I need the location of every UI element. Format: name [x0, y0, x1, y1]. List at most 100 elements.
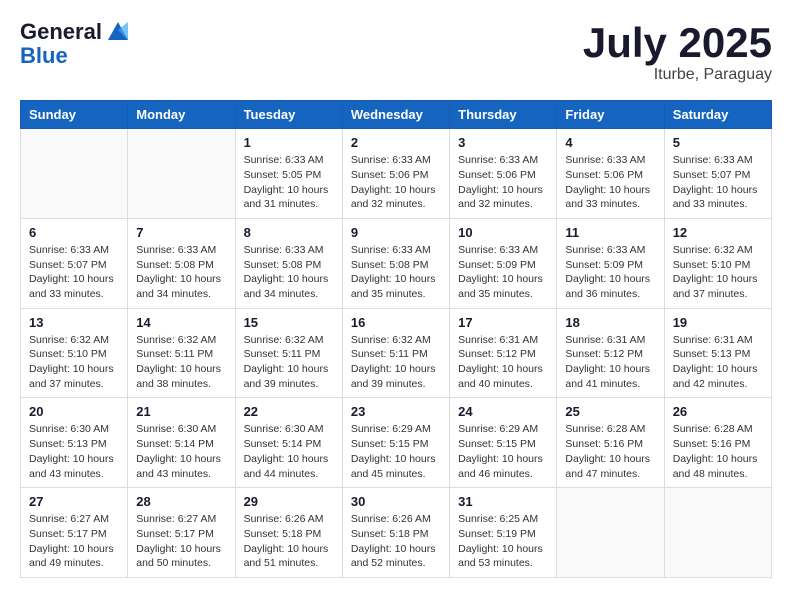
calendar-day-cell: 1Sunrise: 6:33 AM Sunset: 5:05 PM Daylig… [235, 129, 342, 219]
day-info: Sunrise: 6:26 AM Sunset: 5:18 PM Dayligh… [244, 512, 334, 571]
day-info: Sunrise: 6:33 AM Sunset: 5:07 PM Dayligh… [29, 243, 119, 302]
day-info: Sunrise: 6:25 AM Sunset: 5:19 PM Dayligh… [458, 512, 548, 571]
calendar-week-row: 20 Sunrise: 6:30 AM Sunset: 5:13 PM Dayli… [21, 398, 772, 488]
calendar-day-header: Monday [128, 101, 235, 129]
day-number: 20 [29, 404, 119, 419]
calendar-day-cell: 22 Sunrise: 6:30 AM Sunset: 5:14 PM Dayli… [235, 398, 342, 488]
day-info: Sunrise: 6:31 AM Sunset: 5:12 PM Dayligh… [458, 333, 548, 392]
day-number: 6 [29, 225, 119, 240]
calendar-day-cell: 3Sunrise: 6:33 AM Sunset: 5:06 PM Daylig… [450, 129, 557, 219]
day-info: Sunrise: 6:30 AM Sunset: 5:13 PM Dayligh… [29, 422, 119, 481]
calendar-day-cell: 30 Sunrise: 6:26 AM Sunset: 5:18 PM Dayli… [342, 488, 449, 578]
calendar-day-cell: 5 Sunrise: 6:33 AM Sunset: 5:07 PM Daylig… [664, 129, 771, 219]
day-number: 16 [351, 315, 441, 330]
calendar-day-cell: 19Sunrise: 6:31 AM Sunset: 5:13 PM Dayli… [664, 308, 771, 398]
calendar-day-cell: 15Sunrise: 6:32 AM Sunset: 5:11 PM Dayli… [235, 308, 342, 398]
calendar-day-cell: 11Sunrise: 6:33 AM Sunset: 5:09 PM Dayli… [557, 218, 664, 308]
day-info: Sunrise: 6:33 AM Sunset: 5:06 PM Dayligh… [351, 153, 441, 212]
day-number: 12 [673, 225, 763, 240]
calendar-day-cell: 17 Sunrise: 6:31 AM Sunset: 5:12 PM Dayli… [450, 308, 557, 398]
day-number: 29 [244, 494, 334, 509]
day-number: 5 [673, 135, 763, 150]
day-number: 3 [458, 135, 548, 150]
day-info: Sunrise: 6:32 AM Sunset: 5:10 PM Dayligh… [673, 243, 763, 302]
calendar-day-header: Sunday [21, 101, 128, 129]
calendar-day-cell: 31 Sunrise: 6:25 AM Sunset: 5:19 PM Dayli… [450, 488, 557, 578]
logo-icon [104, 16, 132, 44]
day-number: 2 [351, 135, 441, 150]
calendar-day-cell: 25 Sunrise: 6:28 AM Sunset: 5:16 PM Dayli… [557, 398, 664, 488]
calendar-day-cell: 16 Sunrise: 6:32 AM Sunset: 5:11 PM Dayli… [342, 308, 449, 398]
day-info: Sunrise: 6:30 AM Sunset: 5:14 PM Dayligh… [136, 422, 226, 481]
calendar-day-cell: 12 Sunrise: 6:32 AM Sunset: 5:10 PM Dayli… [664, 218, 771, 308]
day-number: 17 [458, 315, 548, 330]
calendar-day-cell: 14 Sunrise: 6:32 AM Sunset: 5:11 PM Dayli… [128, 308, 235, 398]
calendar-day-cell: 20 Sunrise: 6:30 AM Sunset: 5:13 PM Dayli… [21, 398, 128, 488]
calendar-day-header: Saturday [664, 101, 771, 129]
calendar-day-cell: 7Sunrise: 6:33 AM Sunset: 5:08 PM Daylig… [128, 218, 235, 308]
day-info: Sunrise: 6:26 AM Sunset: 5:18 PM Dayligh… [351, 512, 441, 571]
calendar-week-row: 13Sunrise: 6:32 AM Sunset: 5:10 PM Dayli… [21, 308, 772, 398]
calendar-day-cell: 18Sunrise: 6:31 AM Sunset: 5:12 PM Dayli… [557, 308, 664, 398]
calendar-day-header: Tuesday [235, 101, 342, 129]
day-number: 10 [458, 225, 548, 240]
calendar-day-cell [557, 488, 664, 578]
day-info: Sunrise: 6:28 AM Sunset: 5:16 PM Dayligh… [565, 422, 655, 481]
day-number: 8 [244, 225, 334, 240]
day-number: 31 [458, 494, 548, 509]
calendar-day-cell: 2 Sunrise: 6:33 AM Sunset: 5:06 PM Daylig… [342, 129, 449, 219]
calendar-day-cell: 13Sunrise: 6:32 AM Sunset: 5:10 PM Dayli… [21, 308, 128, 398]
calendar-day-cell: 8 Sunrise: 6:33 AM Sunset: 5:08 PM Daylig… [235, 218, 342, 308]
calendar-day-header: Thursday [450, 101, 557, 129]
page-header: General Blue July 2025 Iturbe, Paraguay [20, 20, 772, 84]
day-info: Sunrise: 6:33 AM Sunset: 5:07 PM Dayligh… [673, 153, 763, 212]
calendar-day-cell: 21 Sunrise: 6:30 AM Sunset: 5:14 PM Dayli… [128, 398, 235, 488]
day-info: Sunrise: 6:30 AM Sunset: 5:14 PM Dayligh… [244, 422, 334, 481]
calendar-location: Iturbe, Paraguay [583, 66, 772, 84]
day-number: 22 [244, 404, 334, 419]
calendar-day-cell: 10 Sunrise: 6:33 AM Sunset: 5:09 PM Dayli… [450, 218, 557, 308]
day-info: Sunrise: 6:32 AM Sunset: 5:11 PM Dayligh… [136, 333, 226, 392]
day-info: Sunrise: 6:29 AM Sunset: 5:15 PM Dayligh… [458, 422, 548, 481]
day-info: Sunrise: 6:33 AM Sunset: 5:08 PM Dayligh… [351, 243, 441, 302]
calendar-day-cell: 24Sunrise: 6:29 AM Sunset: 5:15 PM Dayli… [450, 398, 557, 488]
calendar-day-cell: 26 Sunrise: 6:28 AM Sunset: 5:16 PM Dayli… [664, 398, 771, 488]
calendar-day-cell: 29 Sunrise: 6:26 AM Sunset: 5:18 PM Dayli… [235, 488, 342, 578]
day-number: 25 [565, 404, 655, 419]
day-number: 27 [29, 494, 119, 509]
day-info: Sunrise: 6:28 AM Sunset: 5:16 PM Dayligh… [673, 422, 763, 481]
calendar-week-row: 1Sunrise: 6:33 AM Sunset: 5:05 PM Daylig… [21, 129, 772, 219]
day-info: Sunrise: 6:31 AM Sunset: 5:12 PM Dayligh… [565, 333, 655, 392]
day-number: 14 [136, 315, 226, 330]
day-info: Sunrise: 6:27 AM Sunset: 5:17 PM Dayligh… [29, 512, 119, 571]
day-number: 21 [136, 404, 226, 419]
day-number: 1 [244, 135, 334, 150]
calendar-week-row: 6 Sunrise: 6:33 AM Sunset: 5:07 PM Daylig… [21, 218, 772, 308]
calendar-day-cell: 6 Sunrise: 6:33 AM Sunset: 5:07 PM Daylig… [21, 218, 128, 308]
day-info: Sunrise: 6:33 AM Sunset: 5:08 PM Dayligh… [244, 243, 334, 302]
calendar-day-header: Friday [557, 101, 664, 129]
calendar-day-cell: 4 Sunrise: 6:33 AM Sunset: 5:06 PM Daylig… [557, 129, 664, 219]
calendar-day-cell: 27 Sunrise: 6:27 AM Sunset: 5:17 PM Dayli… [21, 488, 128, 578]
day-info: Sunrise: 6:32 AM Sunset: 5:11 PM Dayligh… [351, 333, 441, 392]
day-number: 28 [136, 494, 226, 509]
day-number: 26 [673, 404, 763, 419]
calendar-day-header: Wednesday [342, 101, 449, 129]
day-info: Sunrise: 6:31 AM Sunset: 5:13 PM Dayligh… [673, 333, 763, 392]
day-number: 4 [565, 135, 655, 150]
calendar-day-cell: 23Sunrise: 6:29 AM Sunset: 5:15 PM Dayli… [342, 398, 449, 488]
day-info: Sunrise: 6:27 AM Sunset: 5:17 PM Dayligh… [136, 512, 226, 571]
logo: General Blue [20, 20, 132, 68]
day-info: Sunrise: 6:32 AM Sunset: 5:11 PM Dayligh… [244, 333, 334, 392]
calendar-header-row: SundayMondayTuesdayWednesdayThursdayFrid… [21, 101, 772, 129]
day-info: Sunrise: 6:33 AM Sunset: 5:06 PM Dayligh… [565, 153, 655, 212]
day-number: 30 [351, 494, 441, 509]
calendar-day-cell [128, 129, 235, 219]
day-info: Sunrise: 6:33 AM Sunset: 5:09 PM Dayligh… [458, 243, 548, 302]
calendar-day-cell [664, 488, 771, 578]
logo-blue: Blue [20, 44, 132, 68]
day-info: Sunrise: 6:32 AM Sunset: 5:10 PM Dayligh… [29, 333, 119, 392]
title-block: July 2025 Iturbe, Paraguay [583, 20, 772, 84]
calendar-day-cell: 9 Sunrise: 6:33 AM Sunset: 5:08 PM Daylig… [342, 218, 449, 308]
day-number: 9 [351, 225, 441, 240]
